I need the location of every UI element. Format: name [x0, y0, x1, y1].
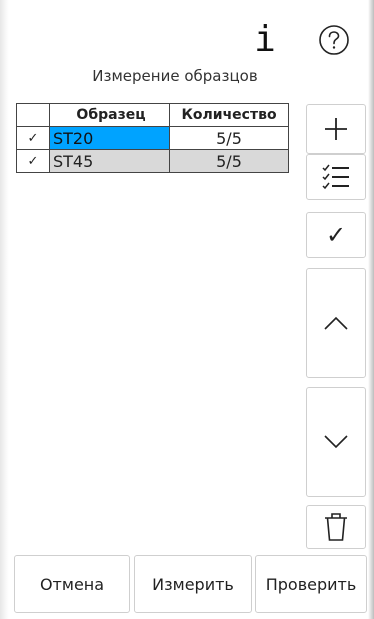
- samples-table: Образец Количество ✓ ST20 5/5 ✓ ST45 5/5: [16, 103, 289, 173]
- quantity-cell[interactable]: 5/5: [169, 126, 289, 150]
- row-checkbox[interactable]: ✓: [16, 149, 50, 173]
- quantity-cell[interactable]: 5/5: [169, 149, 289, 173]
- sample-name-cell[interactable]: ST45: [49, 149, 170, 173]
- sample-name-cell[interactable]: ST20: [49, 126, 170, 150]
- column-header-check: [16, 103, 50, 127]
- delete-button[interactable]: [306, 505, 366, 549]
- checklist-icon: [322, 164, 349, 190]
- cancel-button[interactable]: Отмена: [14, 555, 130, 613]
- info-icon[interactable]: i: [250, 20, 280, 60]
- select-all-button[interactable]: [306, 154, 366, 200]
- add-sample-button[interactable]: [306, 104, 366, 154]
- measure-button[interactable]: Измерить: [134, 555, 252, 613]
- window-left-edge: [0, 0, 9, 619]
- chevron-down-icon: [324, 435, 348, 449]
- chevron-up-icon: [324, 316, 348, 330]
- table-row[interactable]: ✓ ST20 5/5: [16, 126, 289, 150]
- table-row[interactable]: ✓ ST45 5/5: [16, 149, 289, 173]
- table-header-row: Образец Количество: [16, 103, 289, 127]
- confirm-button[interactable]: ✓: [306, 212, 366, 258]
- verify-button[interactable]: Проверить: [255, 555, 367, 613]
- row-checkbox[interactable]: ✓: [16, 126, 50, 150]
- move-up-button[interactable]: [306, 268, 366, 378]
- help-circle-icon: [319, 25, 349, 55]
- move-down-button[interactable]: [306, 387, 366, 497]
- help-icon[interactable]: [318, 24, 350, 56]
- window-right-edge: [368, 0, 374, 619]
- checkmark-icon: ✓: [325, 221, 347, 249]
- column-header-sample[interactable]: Образец: [49, 103, 170, 127]
- trash-icon: [325, 513, 347, 541]
- plus-icon: [325, 118, 347, 140]
- column-header-quantity[interactable]: Количество: [169, 103, 289, 127]
- page-title: Измерение образцов: [92, 67, 258, 85]
